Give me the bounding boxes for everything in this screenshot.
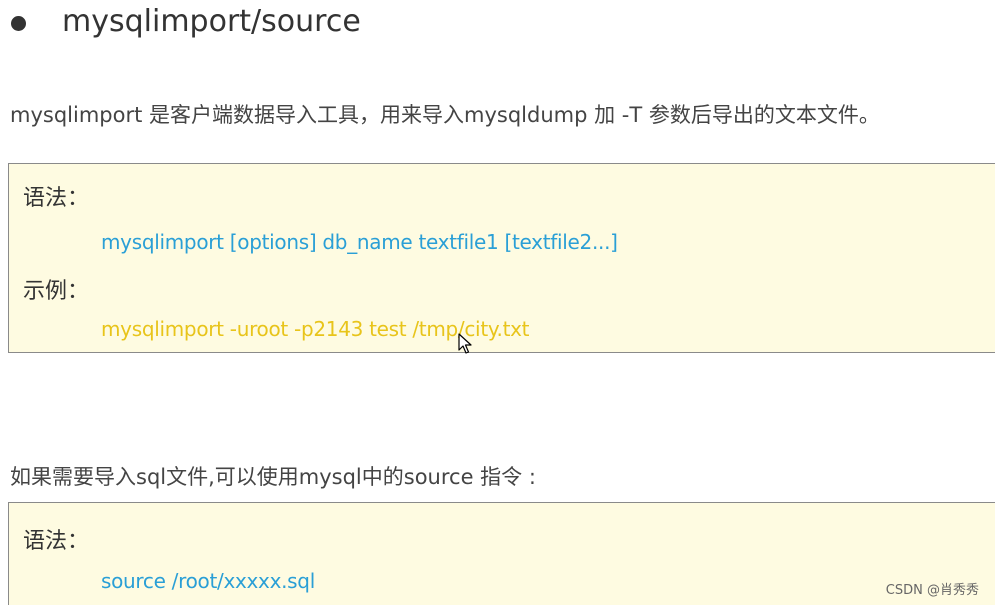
syntax-code: mysqlimport [options] db_name textfile1 …	[101, 230, 618, 254]
section-heading: mysqlimport/source	[0, 0, 995, 48]
source-paragraph: 如果需要导入sql文件,可以使用mysql中的source 指令 :	[10, 465, 536, 489]
source-code: source /root/xxxxx.sql	[101, 569, 315, 593]
mysqlimport-syntax-box: 语法： mysqlimport [options] db_name textfi…	[8, 163, 995, 353]
syntax-label: 语法：	[23, 529, 90, 554]
intro-paragraph: mysqlimport 是客户端数据导入工具，用来导入mysqldump 加 -…	[10, 103, 880, 127]
source-syntax-box: 语法： source /root/xxxxx.sql	[8, 502, 995, 605]
heading-title: mysqlimport/source	[62, 4, 361, 39]
syntax-label: 语法：	[23, 186, 90, 211]
mouse-cursor-icon	[458, 333, 472, 354]
example-label: 示例：	[23, 279, 90, 304]
watermark: CSDN @肖秀秀	[885, 583, 979, 598]
bullet-icon	[11, 16, 26, 31]
